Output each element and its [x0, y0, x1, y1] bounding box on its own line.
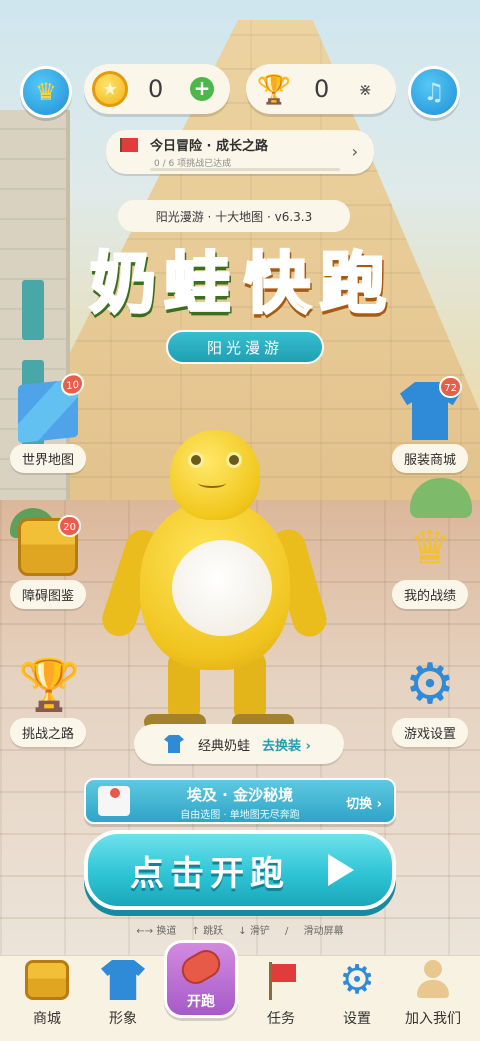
start-run-button[interactable]: 点击开跑 — [84, 830, 396, 910]
map-selector[interactable]: 埃及 · 金沙秘境 自由选图 · 单地图无尽奔跑 切换 › — [84, 778, 396, 824]
nav-shop-label: 商城 — [33, 1011, 61, 1027]
stone-tower — [0, 110, 70, 550]
nav-join-label: 加入我们 — [405, 1011, 461, 1027]
hint-jump: ↑ 跳跃 — [191, 926, 224, 937]
nav-shop[interactable]: 商城 — [12, 960, 82, 1028]
logo-char: 快 — [243, 244, 312, 324]
chest-icon: 20 — [18, 515, 81, 576]
map-icon: 10 — [18, 372, 84, 444]
outfit-shop-label: 服装商城 — [391, 444, 468, 473]
crown-icon: ♛ — [409, 520, 451, 574]
change-outfit-link[interactable]: 去换装 › — [262, 735, 311, 754]
game-settings-label: 游戏设置 — [391, 718, 468, 747]
crown-button[interactable]: ♛ — [20, 66, 72, 118]
chevron-right-icon: › — [351, 142, 358, 161]
person-icon — [411, 960, 455, 1000]
outfit-shop-badge: 72 — [439, 376, 462, 398]
logo-char: 蛙 — [163, 244, 232, 324]
sparkle-icon: ⋇ — [358, 79, 372, 99]
flag-icon — [120, 138, 138, 152]
my-record-button[interactable]: ♛ 我的战绩 — [388, 518, 472, 609]
world-map-label: 世界地图 — [9, 444, 86, 473]
daily-quest-banner[interactable]: 今日冒险 · 成长之路 0 / 6 项挑战已达成 › — [106, 130, 374, 174]
nav-task[interactable]: 任务 — [246, 960, 316, 1028]
frog-belly — [172, 540, 272, 636]
coin-count: 0 — [148, 75, 164, 103]
hint-lane: ←→ 换道 — [136, 926, 177, 937]
game-settings-button[interactable]: ⚙ 游戏设置 — [388, 656, 472, 747]
switch-map-button[interactable]: 切换 › — [346, 793, 382, 812]
logo-subtitle: 阳光漫游 — [166, 330, 324, 364]
trophy-icon: 🏆 — [256, 72, 292, 106]
challenge-road-button[interactable]: 🏆 挑战之路 — [6, 656, 90, 747]
trophy-count: 0 — [314, 75, 330, 103]
coin-counter[interactable]: ★ 0 + — [84, 64, 230, 114]
gear-icon: ⚙ — [404, 652, 456, 717]
hint-swipe: 滑动屏幕 — [303, 926, 344, 937]
start-run-label: 点击开跑 — [130, 854, 290, 894]
nav-run[interactable]: 开跑 — [164, 940, 238, 1018]
nav-run-label: 开跑 — [187, 994, 215, 1010]
outfit-shop-button[interactable]: 72 服装商城 — [388, 376, 472, 473]
nav-look[interactable]: 形象 — [88, 960, 158, 1028]
challenge-road-label: 挑战之路 — [9, 718, 86, 747]
hint-separator: / — [285, 926, 289, 937]
obstacle-guide-badge: 20 — [58, 515, 81, 537]
outfit-selector[interactable]: 经典奶蛙 去换装 › — [134, 724, 344, 764]
frog-eye — [188, 452, 204, 468]
logo-char: 奶 — [89, 244, 158, 324]
quest-progress-bar — [150, 168, 340, 171]
music-button[interactable]: ♫ — [408, 66, 460, 118]
coin-icon: ★ — [92, 71, 128, 107]
nav-join[interactable]: 加入我们 — [398, 960, 468, 1028]
add-coins-icon[interactable]: + — [190, 77, 214, 101]
frog-eye — [226, 452, 242, 468]
gear-icon: ⚙ — [339, 957, 375, 1003]
flag-icon — [259, 960, 303, 1000]
shirt-icon — [101, 960, 145, 1000]
frog-body — [140, 500, 290, 670]
frog-mouth — [198, 478, 226, 488]
crown-icon: ♛ — [35, 78, 57, 106]
game-logo: 奶 蛙 快 跑 — [89, 234, 410, 338]
play-icon — [328, 854, 354, 886]
shirt-icon — [164, 735, 184, 753]
obstacle-guide-label: 障碍图鉴 — [9, 580, 86, 609]
frog-character[interactable] — [97, 430, 331, 730]
tower-window — [22, 280, 44, 340]
world-map-button[interactable]: 10 世界地图 — [6, 372, 90, 473]
quest-title: 今日冒险 · 成长之路 — [150, 139, 268, 154]
frog-head — [170, 430, 260, 520]
trophy-counter[interactable]: 🏆 0 ⋇ — [246, 64, 396, 114]
bottom-nav: 商城 形象 任务 ⚙ 设置 加入我们 — [0, 955, 480, 1041]
world-map-badge: 10 — [61, 372, 84, 397]
logo-char: 跑 — [319, 244, 388, 324]
version-tag: 阳光漫游 · 十大地图 · v6.3.3 — [118, 200, 350, 232]
outfit-name: 经典奶蛙 — [198, 738, 251, 754]
trophy-icon: 🏆 — [18, 656, 81, 714]
nav-look-label: 形象 — [109, 1011, 137, 1027]
chest-icon — [25, 960, 69, 1000]
my-record-label: 我的战绩 — [391, 580, 468, 609]
hint-slide: ↓ 滑铲 — [238, 926, 270, 937]
obstacle-guide-button[interactable]: 20 障碍图鉴 — [6, 515, 90, 609]
nav-task-label: 任务 — [267, 1011, 295, 1027]
music-note-icon: ♫ — [423, 78, 445, 106]
control-hints: ←→ 换道 ↑ 跳跃 ↓ 滑铲 / 滑动屏幕 — [0, 922, 480, 937]
sneaker-icon — [176, 944, 226, 990]
nav-settings[interactable]: ⚙ 设置 — [322, 960, 392, 1028]
nav-settings-label: 设置 — [343, 1011, 371, 1027]
